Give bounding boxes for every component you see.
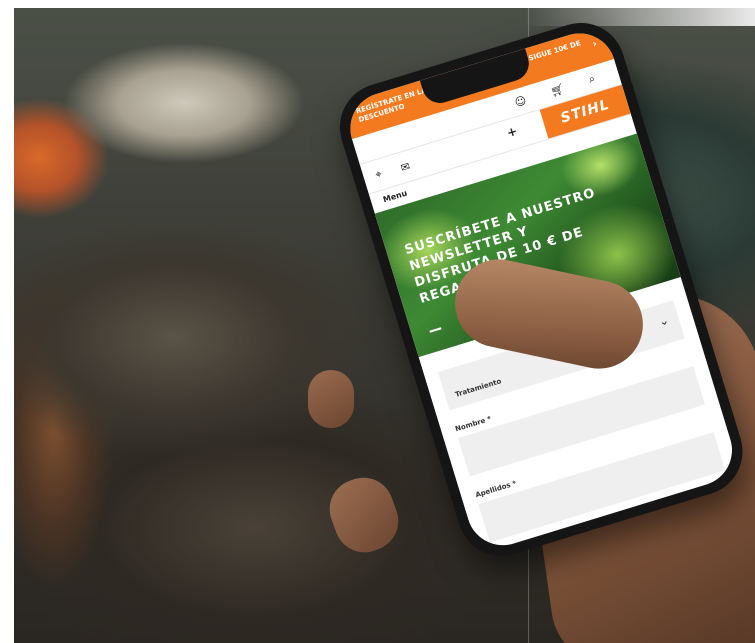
salutation-label: Tratamiento (454, 377, 503, 399)
top-edge-fade (525, 8, 755, 26)
cart-icon[interactable]: 🛒︎ (549, 82, 566, 99)
chevron-right-icon: › (591, 38, 599, 51)
mail-icon[interactable]: ✉ (399, 159, 412, 174)
location-pin-icon[interactable]: ⌖ (374, 167, 384, 182)
hand-finger-upper (308, 370, 354, 428)
user-icon[interactable]: ☺ (513, 93, 528, 109)
plus-icon[interactable]: + (505, 124, 519, 140)
chevron-down-icon: ⌄ (656, 312, 671, 330)
background-photo: REGÍSTRATE EN LA NEWSLETTER STIHL Y CONS… (14, 8, 755, 643)
hero-underline (429, 327, 442, 333)
logo-text: STIHL (558, 96, 612, 127)
search-icon[interactable]: ⌕ (587, 72, 597, 87)
hand-finger-lower (321, 469, 407, 561)
menu-label: Menu (381, 188, 409, 205)
